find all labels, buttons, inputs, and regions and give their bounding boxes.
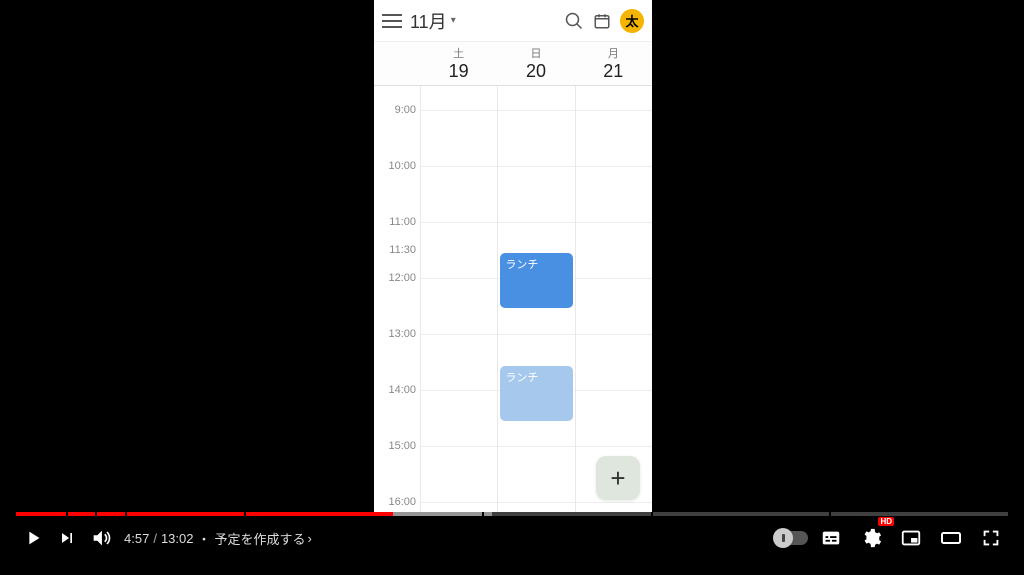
next-button[interactable]: [50, 521, 84, 555]
chapter-title: 予定を作成する: [215, 529, 306, 548]
calendar-event[interactable]: ランチ: [500, 366, 572, 421]
event-title: ランチ: [505, 259, 538, 271]
day-of-week: 月: [608, 45, 619, 61]
day-of-month: 21: [603, 61, 623, 82]
month-picker[interactable]: 11月 ▾: [410, 8, 456, 34]
time-label: 11:30: [389, 244, 416, 256]
player-controls: 4:57 / 13:02 ・ 予定を作成する › HD: [0, 516, 1024, 560]
fullscreen-button[interactable]: [974, 521, 1008, 555]
day-of-week: 土: [453, 45, 464, 61]
day-columns: ランチ ランチ: [420, 86, 652, 512]
video-stage: 11月 ▾ 太 土 19 日 20 月 21: [0, 0, 1024, 575]
time-label: 15:00: [388, 440, 416, 452]
calendar-event[interactable]: ランチ: [500, 253, 572, 308]
time-label: 11:00: [389, 216, 416, 228]
event-title: ランチ: [505, 372, 538, 384]
day-column[interactable]: [420, 86, 497, 512]
day-of-month: 20: [526, 61, 546, 82]
chapter-bullet: ・: [197, 529, 210, 548]
time-label: 13:00: [388, 328, 416, 340]
current-time: 4:57: [124, 531, 149, 546]
app-bar: 11月 ▾ 太: [374, 0, 652, 42]
subtitles-button[interactable]: [814, 521, 848, 555]
menu-icon[interactable]: [382, 14, 402, 28]
today-icon[interactable]: [592, 11, 612, 31]
day-column[interactable]: ランチ ランチ: [497, 86, 574, 512]
calendar-app: 11月 ▾ 太 土 19 日 20 月 21: [374, 0, 652, 512]
calendar-grid[interactable]: 9:00 10:00 11:00 11:30 12:00 13:00 14:00…: [374, 86, 652, 512]
create-event-fab[interactable]: +: [596, 456, 640, 500]
dropdown-caret-icon: ▾: [451, 15, 456, 26]
time-display: 4:57 / 13:02 ・ 予定を作成する ›: [124, 529, 312, 548]
day-header[interactable]: 土 19: [420, 42, 497, 85]
play-button[interactable]: [16, 521, 50, 555]
day-column[interactable]: [575, 86, 652, 512]
time-label: 10:00: [388, 160, 416, 172]
plus-icon: +: [610, 463, 625, 494]
time-label: 14:00: [388, 384, 416, 396]
chevron-right-icon: ›: [308, 531, 312, 546]
autoplay-toggle[interactable]: [774, 531, 808, 545]
avatar[interactable]: 太: [620, 9, 644, 33]
day-header[interactable]: 月 21: [575, 42, 652, 85]
theater-mode-button[interactable]: [934, 521, 968, 555]
duration: 13:02: [161, 531, 194, 546]
chapter-button[interactable]: 予定を作成する ›: [215, 529, 312, 548]
month-label: 11月: [410, 8, 447, 34]
hd-badge: HD: [878, 517, 894, 526]
day-of-week: 日: [530, 45, 541, 61]
day-header[interactable]: 日 20: [497, 42, 574, 85]
settings-button[interactable]: HD: [854, 521, 888, 555]
volume-button[interactable]: [84, 521, 118, 555]
day-of-month: 19: [449, 61, 469, 82]
search-icon[interactable]: [564, 11, 584, 31]
toggle-knob: [773, 528, 793, 548]
time-label: 12:00: [388, 272, 416, 284]
time-label: 9:00: [395, 104, 416, 116]
day-header-row: 土 19 日 20 月 21: [374, 42, 652, 86]
time-label: 16:00: [388, 496, 416, 508]
miniplayer-button[interactable]: [894, 521, 928, 555]
